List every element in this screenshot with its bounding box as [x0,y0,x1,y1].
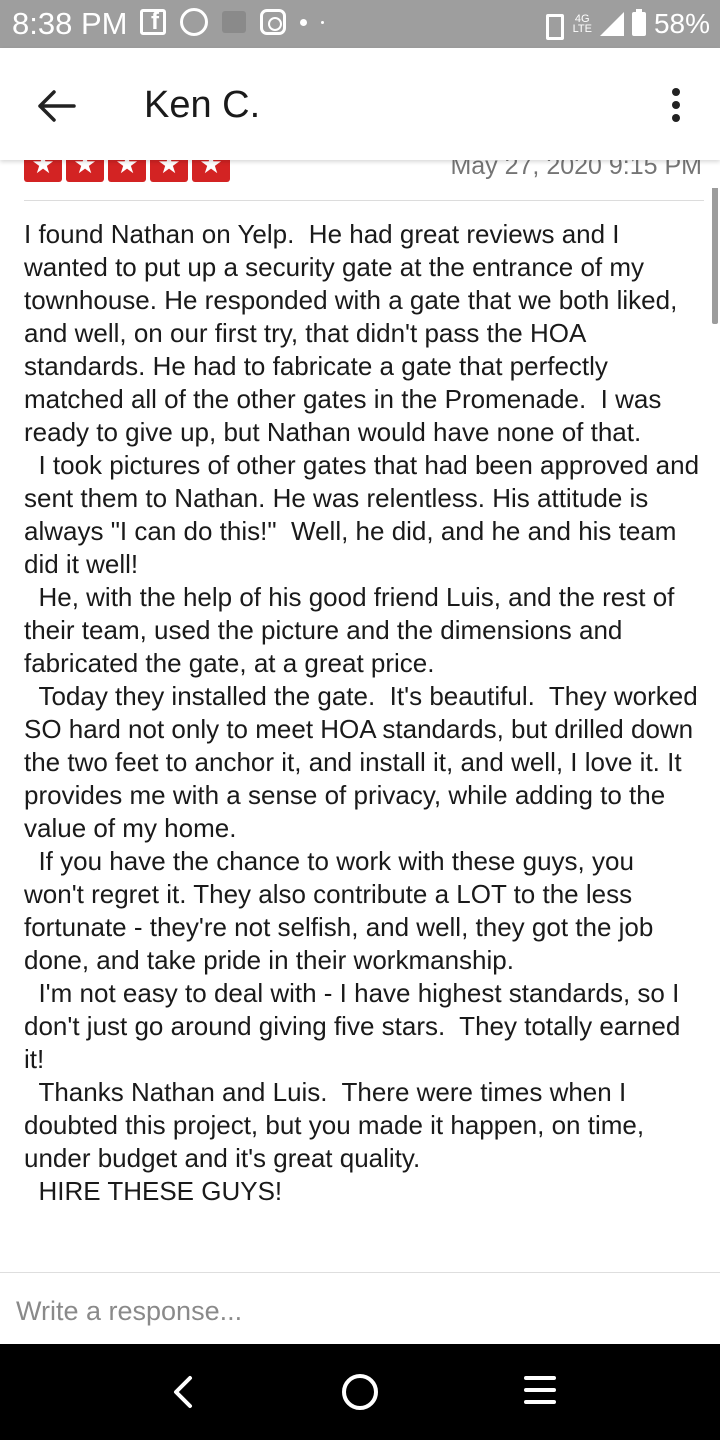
star-icon [108,160,146,182]
notification-icons [140,8,324,36]
instagram-icon [260,9,286,35]
review-paragraph: Today they installed the gate. It's beau… [24,681,705,843]
home-circle-icon[interactable] [342,1374,378,1410]
review-paragraph: I'm not easy to deal with - I have highe… [24,978,688,1074]
star-icon [66,160,104,182]
scrollbar[interactable] [712,178,718,324]
navigation-bar [0,1344,720,1440]
back-chevron-icon[interactable] [168,1374,196,1410]
gallery-icon [222,11,246,33]
app-bar: Ken C. [0,48,720,160]
status-time: 8:38 PM [12,6,128,41]
battery-percent: 58% [653,8,710,39]
review-paragraph: I took pictures of other gates that had … [24,450,707,579]
facebook-icon [140,8,166,36]
review-paragraph: He, with the help of his good friend Lui… [24,582,682,678]
review-paragraph: HIRE THESE GUYS! [24,1176,283,1206]
network-type: 4G LTE [572,14,592,35]
battery-icon [631,9,646,36]
system-icons: 4G LTE 58% [539,8,710,40]
divider [24,200,704,201]
small-dot-icon [321,20,324,24]
whatsapp-icon [180,8,208,36]
network-sub: LTE [572,23,592,35]
status-bar: 8:38 PM 4G LTE 58% [0,0,720,48]
dot-icon [300,18,307,26]
signal-icon [599,12,624,36]
star-rating [24,160,230,182]
review-paragraph: I found Nathan on Yelp. He had great rev… [24,219,685,447]
menu-lines-icon[interactable] [524,1376,556,1408]
page-title: Ken C. [144,84,261,126]
more-vertical-icon[interactable] [664,84,688,128]
review-paragraph: Thanks Nathan and Luis. There were times… [24,1077,652,1173]
star-icon [24,160,62,182]
review-text: I found Nathan on Yelp. He had great rev… [24,218,700,1208]
star-icon [150,160,188,182]
review-header: May 27, 2020 9:15 PM [0,160,720,188]
review-date: May 27, 2020 9:15 PM [450,160,702,180]
vibrate-icon [539,11,565,40]
response-input[interactable] [16,1290,706,1332]
star-icon [192,160,230,182]
divider [0,1272,720,1273]
arrow-left-icon[interactable] [34,84,78,128]
review-paragraph: If you have the chance to work with thes… [24,846,661,975]
